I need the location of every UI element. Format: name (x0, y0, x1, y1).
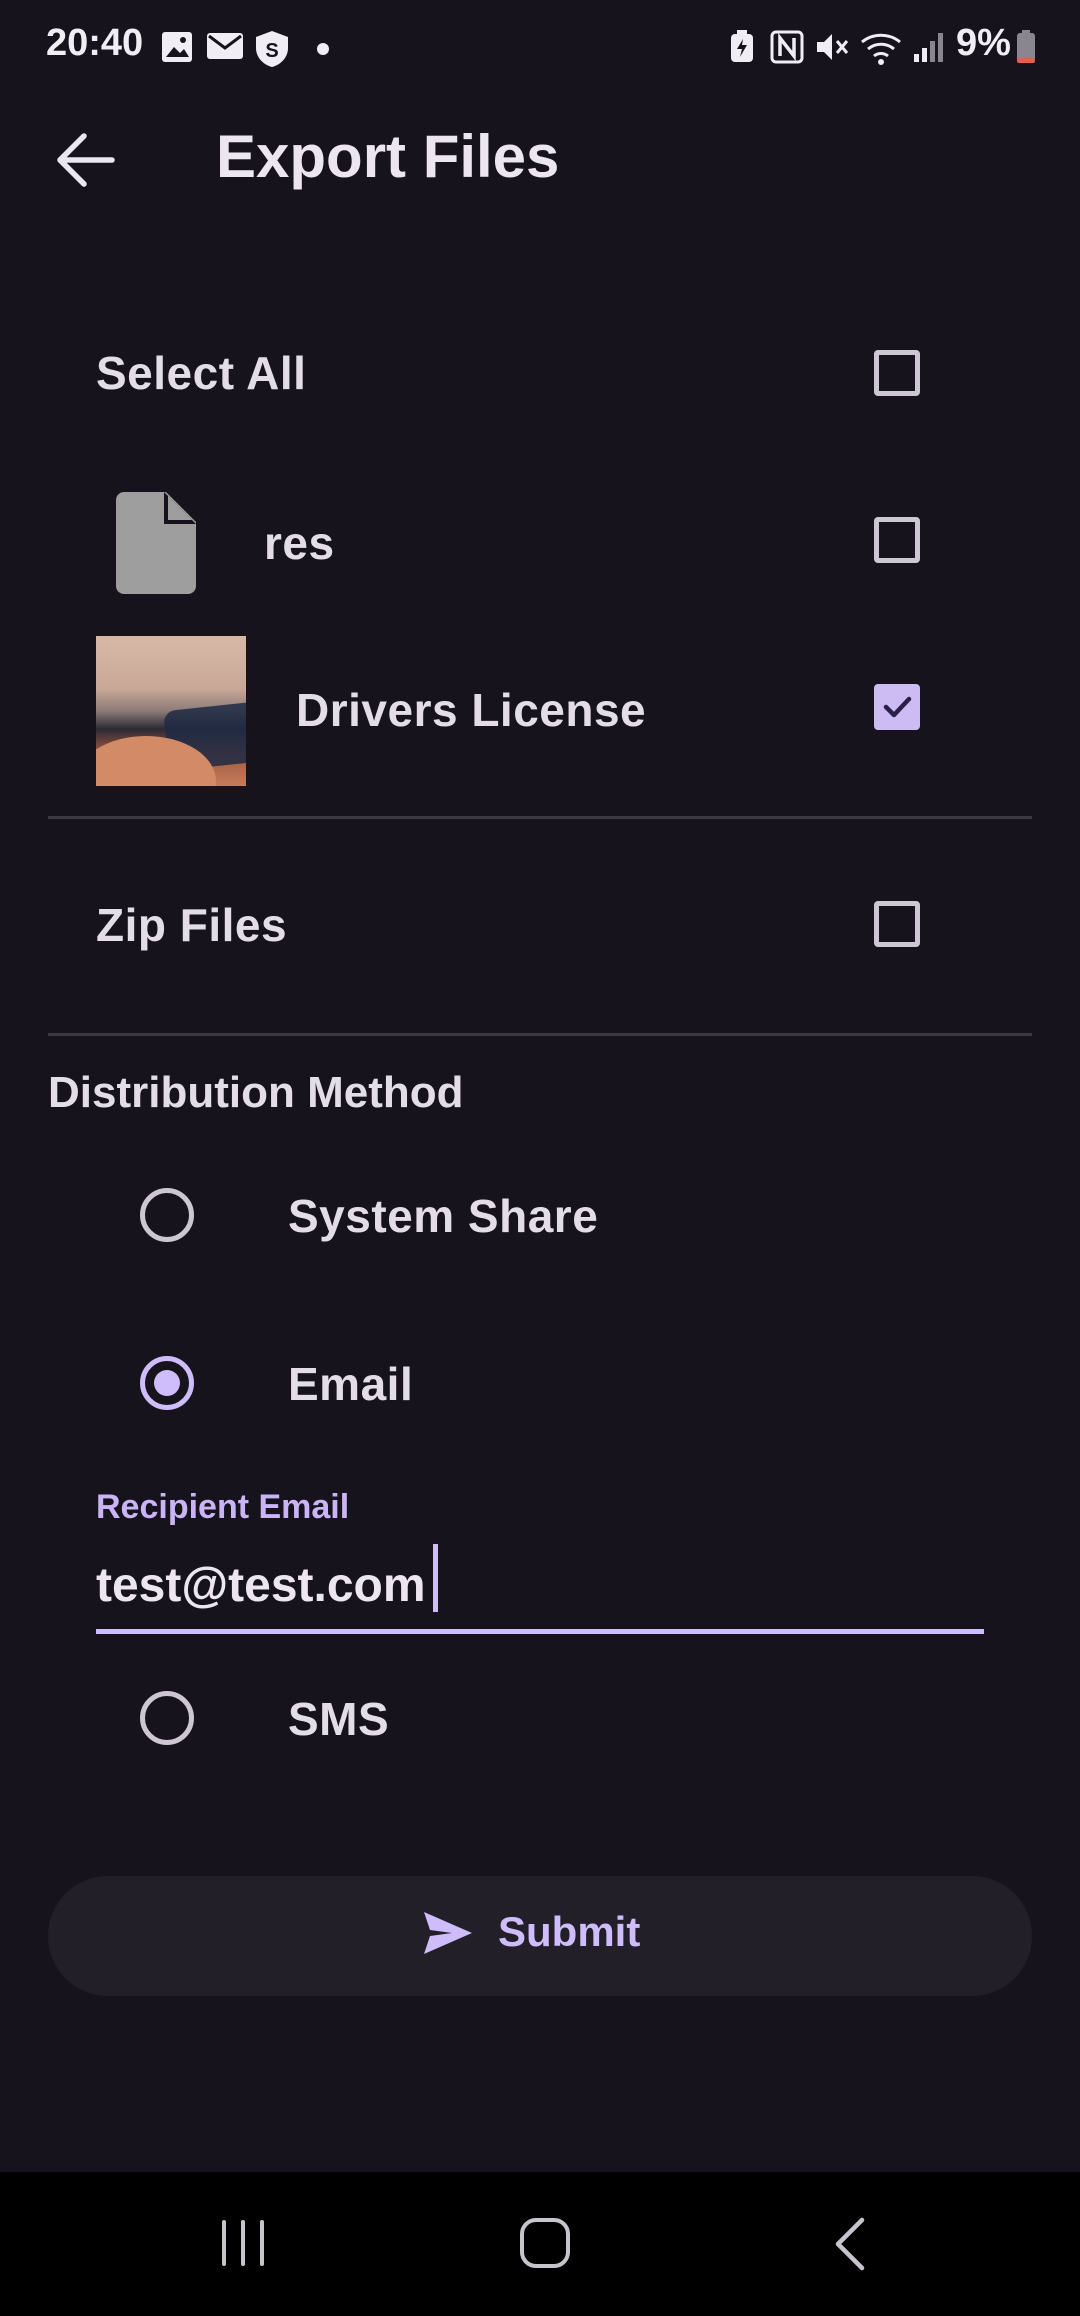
battery-percent: 9% (956, 22, 1011, 64)
option-label-sms: SMS (288, 1693, 390, 1745)
text-caret (433, 1544, 438, 1612)
battery-icon (1017, 30, 1035, 63)
wifi-icon (861, 33, 901, 65)
back-nav-icon[interactable] (830, 2216, 870, 2272)
radio-sms[interactable] (140, 1691, 194, 1745)
file-checkbox-drivers-license[interactable] (874, 684, 920, 730)
submit-label: Submit (498, 1908, 641, 1955)
file-name-res: res (264, 517, 335, 569)
recipient-email-label: Recipient Email (96, 1488, 350, 1526)
file-icon (116, 492, 196, 594)
dot-icon (317, 43, 329, 55)
divider (48, 816, 1032, 819)
input-underline (96, 1629, 984, 1634)
radio-system-share[interactable] (140, 1188, 194, 1242)
send-icon (424, 1912, 472, 1954)
option-label-email: Email (288, 1358, 414, 1410)
check-icon (883, 696, 912, 718)
nfc-icon (770, 30, 804, 64)
recents-icon[interactable] (218, 2218, 268, 2268)
status-bar: 20:40 S 9% (0, 0, 1080, 96)
signal-icon (914, 33, 943, 62)
file-name-drivers-license: Drivers License (296, 684, 647, 736)
radio-email[interactable] (140, 1356, 194, 1410)
select-all-label: Select All (96, 347, 307, 399)
page-title: Export Files (216, 123, 560, 190)
battery-saver-icon (731, 30, 753, 62)
mute-icon (817, 34, 849, 60)
image-icon (162, 32, 192, 62)
mail-icon (207, 33, 243, 59)
shield-s-icon: S (256, 31, 288, 67)
select-all-checkbox[interactable] (874, 350, 920, 396)
zip-files-label: Zip Files (96, 899, 288, 951)
home-icon[interactable] (518, 2216, 572, 2270)
option-label-system-share: System Share (288, 1190, 599, 1242)
recipient-email-input[interactable] (96, 1540, 986, 1630)
divider (48, 1033, 1032, 1036)
distribution-method-title: Distribution Method (48, 1068, 464, 1117)
status-time: 20:40 (46, 22, 144, 64)
zip-files-checkbox[interactable] (874, 901, 920, 947)
drivers-license-thumbnail (96, 636, 246, 786)
file-checkbox-res[interactable] (874, 517, 920, 563)
svg-text:S: S (265, 40, 278, 62)
system-nav-bar (0, 2172, 1080, 2316)
back-arrow-icon[interactable] (52, 132, 120, 188)
